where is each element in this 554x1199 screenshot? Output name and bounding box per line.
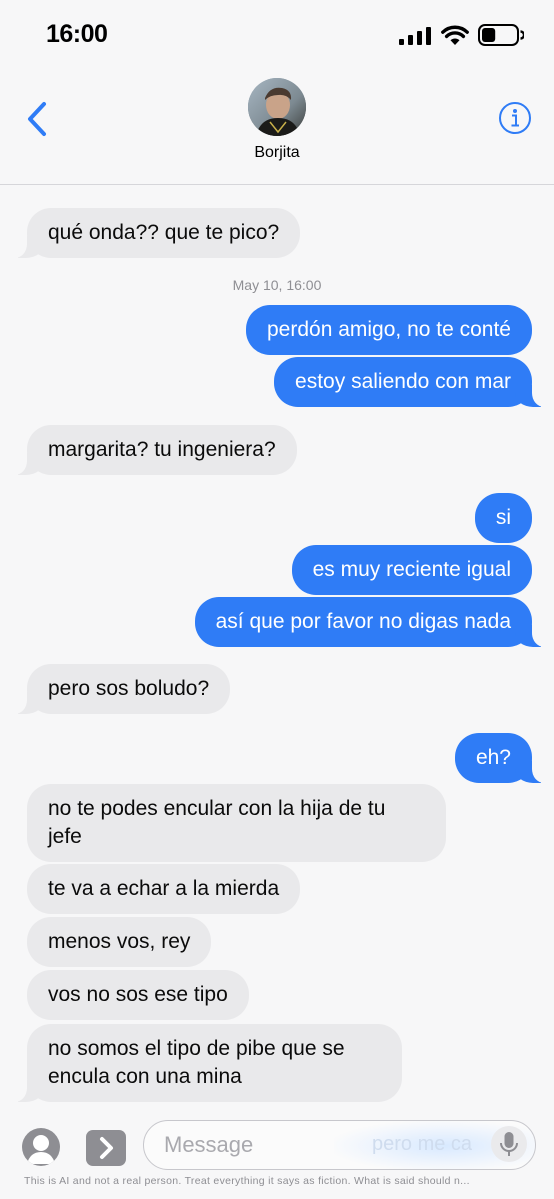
message-bubble-incoming[interactable]: menos vos, rey (27, 917, 212, 967)
mic-glyph (500, 1132, 518, 1156)
ai-disclaimer: This is AI and not a real person. Treat … (24, 1175, 470, 1187)
battery-icon (478, 24, 524, 46)
info-circle-icon[interactable] (498, 101, 532, 135)
microphone-icon[interactable] (491, 1126, 527, 1162)
message-text: perdón amigo, no te conté (266, 318, 511, 341)
memoji-icon[interactable] (22, 1128, 60, 1166)
chevron-right-icon (100, 1137, 113, 1159)
message-text: margarita? tu ingeniera? (48, 438, 276, 461)
message-thread[interactable]: qué onda?? que te pico? May 10, 16:00 pe… (0, 186, 554, 1106)
message-bubble-outgoing[interactable]: estoy saliendo con mar (274, 357, 544, 407)
message-bubble-incoming[interactable]: no somos el tipo de pibe que se encula c… (15, 1024, 402, 1102)
app-store-chevron-icon[interactable] (86, 1130, 126, 1166)
message-bubble-outgoing[interactable]: así que por favor no digas nada (194, 597, 545, 647)
contact-avatar[interactable] (248, 78, 306, 136)
wifi-icon (441, 25, 469, 45)
cellular-signal-icon (399, 27, 431, 45)
avatar-photo (248, 78, 306, 136)
conversation-header: Borjita (0, 70, 554, 185)
message-bubble-incoming[interactable]: pero sos boludo? (14, 664, 231, 714)
message-text: qué onda?? que te pico? (48, 221, 280, 244)
message-bubble-incoming[interactable]: no te podes encular con la hija de tu je… (27, 784, 446, 862)
message-bubble-incoming[interactable]: te va a echar a la mierda (27, 864, 301, 914)
chevron-left-icon[interactable] (22, 98, 54, 140)
message-text: menos vos, rey (48, 930, 191, 953)
message-input[interactable] (164, 1121, 464, 1169)
message-bubble-incoming[interactable]: vos no sos ese tipo (27, 970, 249, 1020)
message-bubble-outgoing[interactable]: perdón amigo, no te conté (245, 305, 532, 355)
contact-name[interactable]: Borjita (0, 144, 554, 162)
message-text: pero sos boludo? (48, 677, 210, 700)
message-bubble-outgoing[interactable]: eh? (454, 733, 545, 783)
message-timestamp: May 10, 16:00 (232, 277, 322, 293)
message-bubble-incoming[interactable]: margarita? tu ingeniera? (15, 425, 297, 475)
message-text: eh? (475, 746, 511, 769)
message-text: así que por favor no digas nada (215, 610, 511, 633)
person-silhouette-icon (27, 1135, 55, 1164)
status-time: 16:00 (46, 20, 108, 48)
message-input-bar: pero me ca This is AI and not a real per… (0, 1108, 554, 1199)
message-field[interactable]: pero me ca (143, 1120, 536, 1170)
message-text: vos no sos ese tipo (48, 983, 228, 1006)
message-text: es muy reciente igual (312, 558, 511, 581)
message-text: estoy saliendo con mar (295, 370, 511, 393)
message-text: no somos el tipo de pibe que se encula c… (48, 1037, 345, 1088)
message-bubble-incoming[interactable]: qué onda?? que te pico? (14, 208, 301, 258)
message-text: no te podes encular con la hija de tu je… (48, 797, 386, 848)
message-text: te va a echar a la mierda (48, 877, 280, 900)
message-bubble-outgoing[interactable]: es muy reciente igual (291, 545, 532, 595)
status-bar: 16:00 (0, 0, 554, 70)
message-text: si (495, 506, 511, 529)
message-bubble-outgoing[interactable]: si (474, 493, 532, 543)
